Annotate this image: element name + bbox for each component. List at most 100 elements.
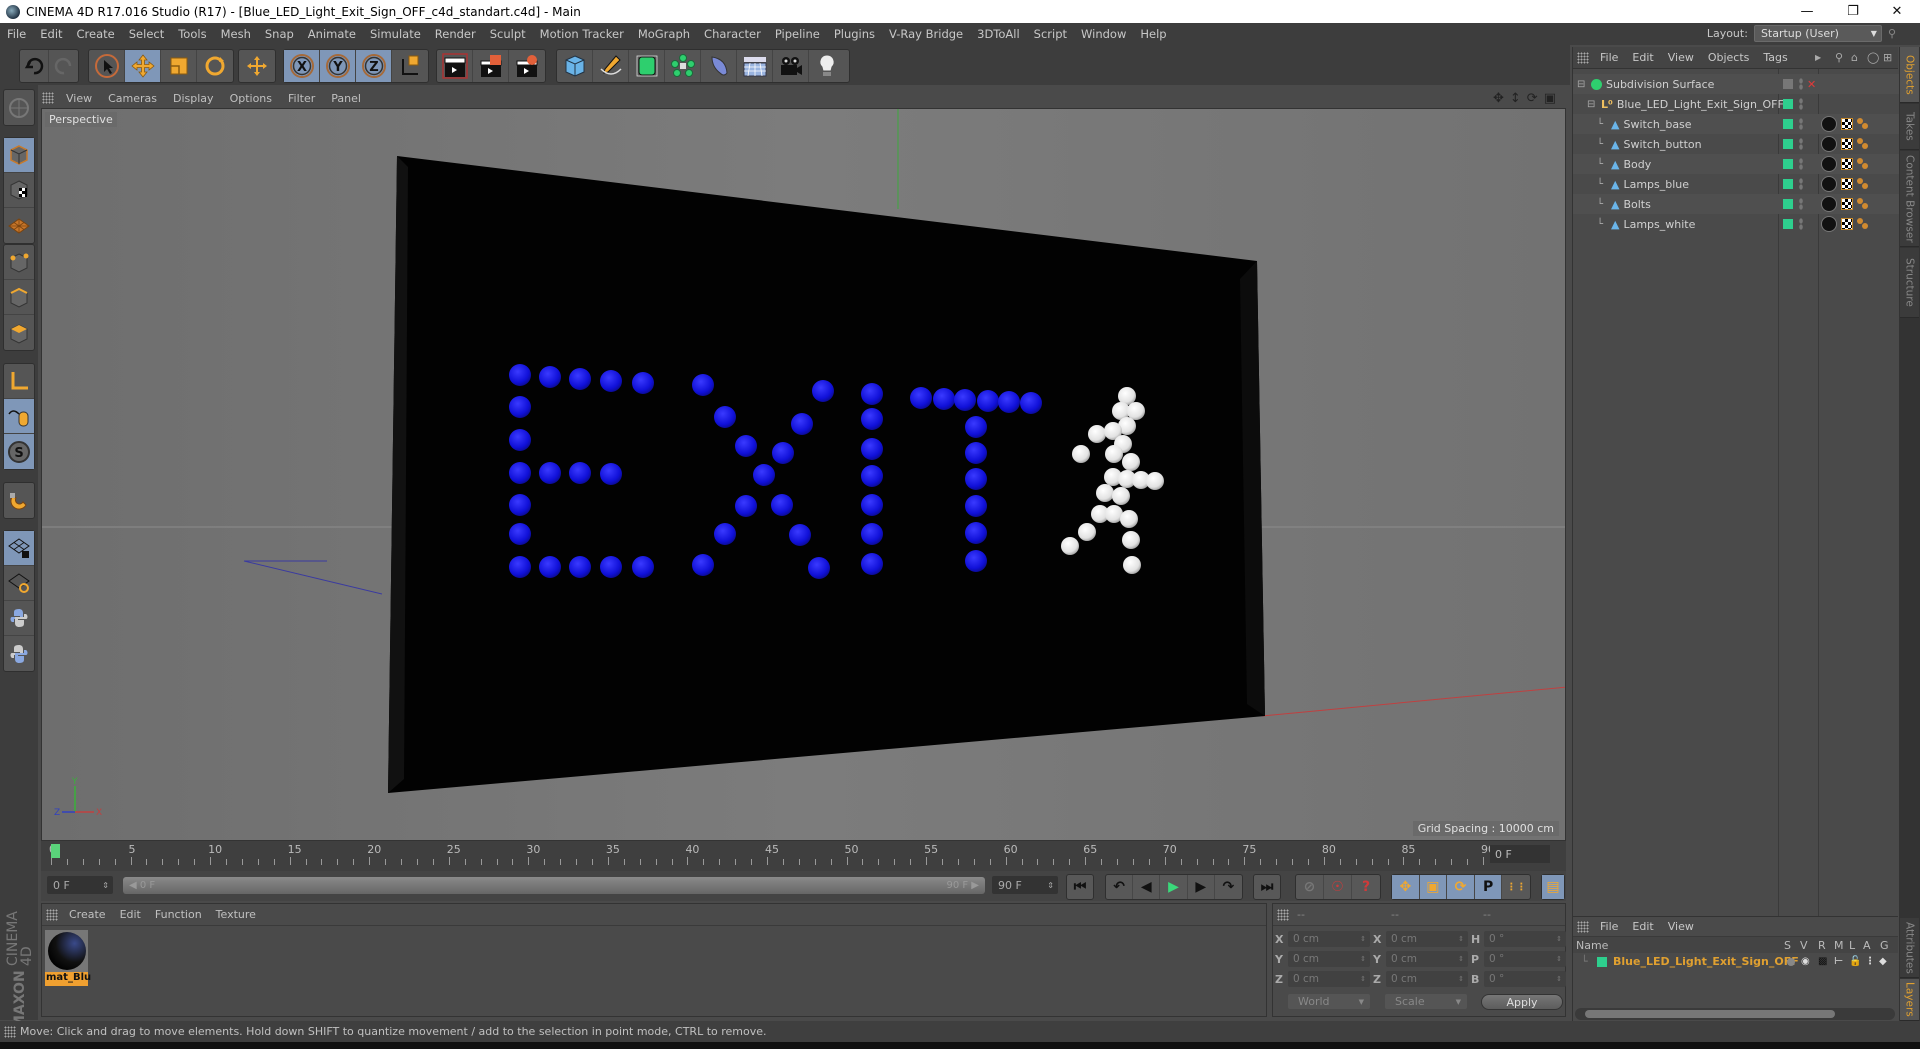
tab-structure[interactable]: Structure [1900,248,1919,318]
material-tag-icon[interactable] [1821,156,1837,172]
previous-frame-icon[interactable]: ◀ [1133,875,1161,899]
layer-menu-view[interactable]: View [1661,920,1701,933]
layer-color-indicator[interactable] [1783,179,1793,189]
stepper-icon[interactable]: ⇕ [1047,881,1054,890]
pos-z-field[interactable]: 0 cm ⇕ [1288,971,1370,987]
column-locked[interactable]: L [1849,939,1855,952]
uvw-tag-icon[interactable] [1857,118,1869,130]
uvw-tag-icon[interactable] [1857,138,1869,150]
generator-disabled-icon[interactable]: ✕ [1807,78,1816,91]
material-tag-icon[interactable] [1821,196,1837,212]
collapse-icon[interactable]: ⊟ [1577,79,1587,90]
key-help-icon[interactable]: ? [1352,875,1380,899]
scrollbar-thumb[interactable] [1585,1010,1835,1018]
next-frame-icon[interactable]: ▶ [1188,875,1215,899]
column-name[interactable]: Name [1576,939,1608,952]
perspective-viewport[interactable]: Y X Z Perspective Grid Spacing : 10000 c… [41,108,1566,841]
material-menu-function[interactable]: Function [148,908,209,921]
visibility-dots-icon[interactable] [1799,178,1803,190]
visibility-dots-icon[interactable] [1799,218,1803,230]
viewport-menu-options[interactable]: Options [222,92,280,105]
menu-animate[interactable]: Animate [301,27,363,41]
object-row[interactable]: ⊟ L⁰ Blue_LED_Light_Exit_Sign_OFF [1573,94,1899,114]
tweak-mode-icon[interactable] [4,399,34,434]
texture-tag-icon[interactable] [1841,198,1853,210]
visible-toggle-icon[interactable]: ◉ [1801,956,1810,967]
python-icon[interactable] [4,601,34,636]
column-render[interactable]: R [1818,939,1826,952]
key-scale-icon[interactable]: ▣ [1419,875,1448,899]
live-selection-icon[interactable] [89,50,125,82]
rot-h-field[interactable]: 0 ° ⇕ [1484,931,1566,947]
column-solo[interactable]: S [1784,939,1791,952]
material-tag-icon[interactable] [1821,136,1837,152]
pan-icon[interactable]: ✥ [1493,91,1504,106]
layer-color-swatch[interactable] [1597,956,1607,967]
size-mode-dropdown[interactable]: Scale ▼ [1385,994,1467,1009]
tab-content-browser[interactable]: Content Browser [1900,151,1919,247]
mograph-cloner-icon[interactable] [665,50,701,82]
next-keyframe-icon[interactable]: ↷ [1215,875,1242,899]
axis-mode-icon[interactable] [4,364,34,399]
menu-vray-bridge[interactable]: V-Ray Bridge [882,27,970,41]
texture-mode-icon[interactable] [4,173,34,208]
key-parameter-icon[interactable]: P [1474,875,1503,899]
coordinate-space-dropdown[interactable]: World ▼ [1288,994,1370,1009]
uvw-tag-icon[interactable] [1857,158,1869,170]
scale-icon[interactable] [161,50,197,82]
model-mode-icon[interactable] [4,138,34,173]
size-x-field[interactable]: 0 cm ⇕ [1386,931,1468,947]
viewport-menu-cameras[interactable]: Cameras [100,92,165,105]
object-row[interactable]: ⊟ Subdivision Surface ✕ [1573,74,1899,94]
column-visible[interactable]: V [1800,939,1808,952]
object-row[interactable]: └ ▲ Body [1573,154,1899,174]
frame-ruler[interactable]: 051015202530354045505560657075808590 [49,841,1495,869]
tab-layers[interactable]: Layers [1900,979,1919,1021]
texture-tag-icon[interactable] [1841,138,1853,150]
end-frame-field[interactable]: 90 F ⇕ [992,876,1058,894]
menu-mesh[interactable]: Mesh [214,27,258,41]
more-arrow-icon[interactable]: ▶ [1815,53,1821,62]
undo-icon[interactable] [20,50,50,82]
edges-mode-icon[interactable] [4,280,34,315]
z-axis-icon[interactable]: Z [356,50,392,82]
dolly-icon[interactable]: ↕ [1510,91,1521,106]
tab-objects[interactable]: Objects [1900,47,1919,103]
solo-icon[interactable]: S [4,434,34,469]
layer-color-indicator[interactable] [1783,99,1793,109]
editor-visibility-toggle[interactable] [1783,79,1793,89]
go-to-end-icon[interactable]: ⏭ [1254,875,1280,899]
search-icon[interactable]: ⚲ [1835,51,1843,64]
start-frame-field[interactable]: 0 F ⇕ [47,876,113,894]
polygons-mode-icon[interactable] [4,315,34,350]
search-icon[interactable]: ⚲ [1888,27,1896,40]
python-script-icon[interactable] [4,636,34,671]
visibility-dots-icon[interactable] [1799,118,1803,130]
close-icon[interactable]: ✕ [1874,0,1920,23]
workplane-mode-icon[interactable] [4,208,34,243]
new-panel-icon[interactable]: ⊞ [1883,51,1892,64]
cube-icon[interactable] [557,50,593,82]
object-menu-file[interactable]: File [1593,51,1625,64]
floor-icon[interactable] [737,50,773,82]
manager-toggle-icon[interactable]: ⊢ [1834,956,1843,967]
playhead-handle[interactable] [51,844,60,858]
object-row[interactable]: └ ▲ Switch_button [1573,134,1899,154]
material-tag-icon[interactable] [1821,216,1837,232]
object-row[interactable]: └ ▲ Switch_base [1573,114,1899,134]
autokey-icon[interactable]: ☉ [1324,875,1352,899]
render-view-icon[interactable] [437,50,473,82]
texture-tag-icon[interactable] [1841,118,1853,130]
render-toggle-icon[interactable]: ▩ [1818,956,1827,967]
layer-name[interactable]: Blue_LED_Light_Exit_Sign_OFF [1613,955,1799,968]
menu-help[interactable]: Help [1133,27,1173,41]
subdivision-icon[interactable] [629,50,665,82]
stepper-icon[interactable]: ⇕ [102,881,109,890]
viewport-menu-display[interactable]: Display [165,92,222,105]
column-generators[interactable]: G [1880,939,1889,952]
key-position-icon[interactable]: ✥ [1392,875,1420,899]
material-tag-icon[interactable] [1821,176,1837,192]
layer-horizontal-scrollbar[interactable] [1575,1008,1895,1020]
maximize-view-icon[interactable]: ▣ [1544,91,1556,106]
menu-character[interactable]: Character [697,27,768,41]
